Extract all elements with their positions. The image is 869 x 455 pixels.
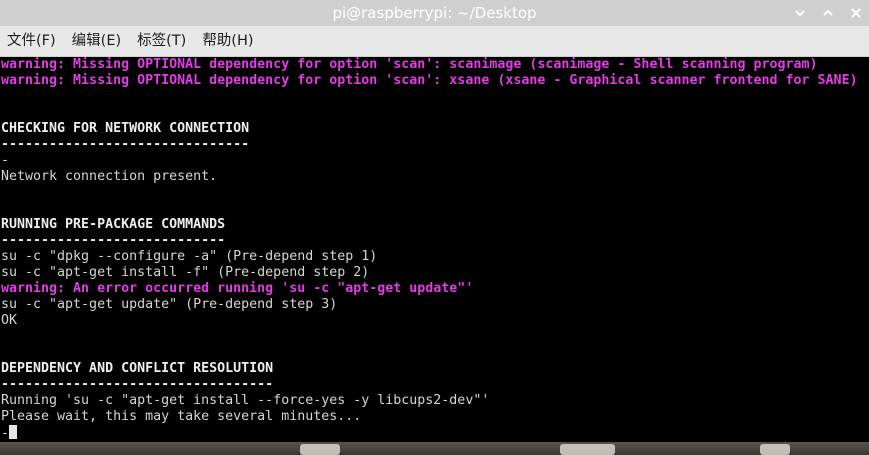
terminal-line-text: warning: Missing OPTIONAL dependency for… (1, 73, 858, 88)
terminal-line-text: ---------------------------------- (1, 377, 274, 392)
close-button[interactable] (849, 6, 863, 20)
terminal-line-text: su -c "apt-get update" (Pre-depend step … (1, 297, 338, 312)
terminal-line: Please wait, this may take several minut… (0, 409, 869, 425)
terminal-line: su -c "apt-get install -f" (Pre-depend s… (0, 265, 869, 281)
terminal-line: ---------------------------- (0, 233, 869, 249)
terminal-line-text: - (1, 426, 10, 441)
desktop-wallpaper (0, 442, 869, 455)
menu-bar: 文件(F) 编辑(E) 标签(T) 帮助(H) (0, 26, 869, 57)
terminal-line-text: warning: An error occurred running 'su -… (1, 281, 474, 296)
terminal-line-text: ------------------------------- (1, 137, 250, 152)
wallpaper-detail (760, 444, 790, 455)
minimize-button[interactable] (793, 6, 807, 20)
terminal-line-text: warning: Missing OPTIONAL dependency for… (1, 57, 818, 72)
terminal-window: pi@raspberrypi: ~/Desktop 文件(F) 编辑(E) 标签… (0, 0, 869, 455)
terminal-line-text: Please wait, this may take several minut… (1, 409, 362, 424)
terminal-line-text: RUNNING PRE-PACKAGE COMMANDS (1, 217, 226, 232)
terminal-line-text: Network connection present. (1, 169, 218, 184)
terminal-line-text: - (1, 153, 10, 168)
text-cursor (9, 425, 18, 439)
terminal-line: Network connection present. (0, 169, 869, 185)
close-icon (851, 8, 861, 18)
terminal-line: ------------------------------- (0, 137, 869, 153)
wallpaper-detail (560, 444, 615, 455)
terminal-line: OK (0, 313, 869, 329)
menu-tabs[interactable]: 标签(T) (129, 26, 194, 56)
terminal-line: warning: An error occurred running 'su -… (0, 281, 869, 297)
terminal-line: Running 'su -c "apt-get install --force-… (0, 393, 869, 409)
title-bar[interactable]: pi@raspberrypi: ~/Desktop (0, 0, 869, 26)
terminal-line: ---------------------------------- (0, 377, 869, 393)
terminal-line: RUNNING PRE-PACKAGE COMMANDS (0, 217, 869, 233)
maximize-button[interactable] (821, 6, 835, 20)
menu-edit[interactable]: 编辑(E) (64, 26, 129, 56)
window-controls (793, 0, 863, 26)
window-title: pi@raspberrypi: ~/Desktop (332, 4, 537, 22)
terminal-line: su -c "dpkg --configure -a" (Pre-depend … (0, 249, 869, 265)
terminal-line-text: su -c "dpkg --configure -a" (Pre-depend … (1, 249, 378, 264)
terminal-line-text: DEPENDENCY AND CONFLICT RESOLUTION (1, 361, 274, 376)
terminal-line: CHECKING FOR NETWORK CONNECTION (0, 121, 869, 137)
terminal-line: su -c "apt-get update" (Pre-depend step … (0, 297, 869, 313)
terminal-line-text: OK (1, 313, 18, 328)
terminal-line: - (0, 153, 869, 169)
menu-help[interactable]: 帮助(H) (194, 26, 261, 56)
wallpaper-detail (300, 444, 340, 455)
terminal-line-text: su -c "apt-get install -f" (Pre-depend s… (1, 265, 370, 280)
chevron-down-icon (795, 10, 805, 17)
terminal-line: - (0, 425, 869, 441)
terminal-line-text: Running 'su -c "apt-get install --force-… (1, 393, 490, 408)
terminal-line: warning: Missing OPTIONAL dependency for… (0, 73, 869, 89)
terminal-line: DEPENDENCY AND CONFLICT RESOLUTION (0, 361, 869, 377)
terminal-line-text: CHECKING FOR NETWORK CONNECTION (1, 121, 250, 136)
chevron-up-icon (823, 9, 833, 16)
terminal-output[interactable]: warning: Missing OPTIONAL dependency for… (0, 57, 869, 442)
menu-file[interactable]: 文件(F) (0, 26, 64, 56)
terminal-line: warning: Missing OPTIONAL dependency for… (0, 57, 869, 73)
terminal-line-text: ---------------------------- (1, 233, 226, 248)
